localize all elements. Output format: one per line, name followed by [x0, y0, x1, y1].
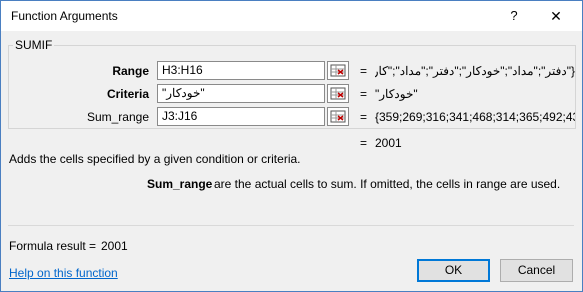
sum-range-label: Sum_range — [86, 110, 149, 124]
criteria-equals: = — [360, 87, 368, 101]
argument-name: Sum_range — [147, 177, 213, 191]
range-input[interactable]: H3:H16 — [157, 61, 325, 80]
function-name: SUMIF — [13, 38, 55, 52]
formula-result-value: 2001 — [101, 239, 128, 253]
sum-range-select-icon[interactable] — [327, 107, 349, 126]
criteria-label: Criteria — [106, 87, 149, 101]
close-button[interactable]: ✕ — [541, 6, 571, 26]
sum-range-input[interactable]: J3:J16 — [157, 107, 325, 126]
range-select-icon[interactable] — [327, 61, 349, 80]
function-description: Adds the cells specified by a given cond… — [9, 152, 301, 166]
criteria-input[interactable]: "خودکار" — [157, 84, 325, 103]
dialog-title: Function Arguments — [11, 9, 118, 23]
result-equals: = — [360, 136, 368, 150]
separator — [8, 225, 574, 226]
range-label: Range — [112, 64, 149, 78]
ok-button[interactable]: OK — [417, 259, 490, 282]
criteria-select-icon[interactable] — [327, 84, 349, 103]
formula-result-label: Formula result = — [9, 239, 97, 253]
sum-range-preview: {359;269;316;341;468;314;365;492;43... — [375, 110, 575, 124]
help-button[interactable]: ? — [499, 6, 529, 26]
sum-range-equals: = — [360, 110, 368, 124]
cancel-button[interactable]: Cancel — [500, 259, 573, 282]
argument-description: are the actual cells to sum. If omitted,… — [214, 177, 561, 191]
range-preview: {"دفتر";"مداد";"خودکار";"دفتر";"مداد";"ک… — [375, 64, 575, 78]
result-value: 2001 — [375, 136, 402, 150]
title-bar: Function Arguments ? ✕ — [1, 1, 582, 31]
help-on-function-link[interactable]: Help on this function — [9, 266, 118, 280]
range-equals: = — [360, 64, 368, 78]
function-arguments-dialog: Function Arguments ? ✕ SUMIF Range H3:H1… — [0, 0, 583, 292]
criteria-preview: "خودکار" — [375, 87, 418, 101]
